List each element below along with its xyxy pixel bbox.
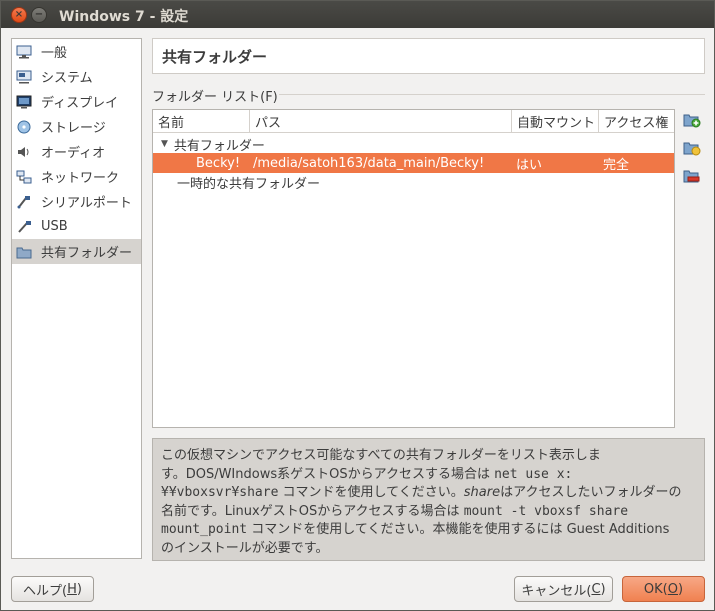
table-row[interactable]: Becky! /media/satoh163/data_main/Becky! … <box>153 153 674 173</box>
sidebar-item-label: システム <box>41 71 93 86</box>
general-icon <box>15 44 33 60</box>
row-automount: はい <box>516 157 543 173</box>
sidebar-item-label: ネットワーク <box>41 171 120 186</box>
info-code: mount_point <box>161 522 248 538</box>
help-button[interactable]: ヘルプ(H) <box>11 576 94 602</box>
sidebar-item-label: USB <box>41 219 68 234</box>
minimize-icon: − <box>34 9 44 20</box>
sidebar-item-system[interactable]: システム <box>12 64 141 89</box>
row-access: 完全 <box>603 157 630 173</box>
shared-folder-table[interactable]: 名前 パス 自動マウント アクセス権 ▼ 共有フォルダー Becky! /med… <box>152 109 675 428</box>
group-label: 共有フォルダー <box>173 138 265 154</box>
column-header-access[interactable]: アクセス権 <box>599 110 674 133</box>
shared-folder-icon <box>15 244 33 260</box>
settings-window: × − Windows 7 - 設定 一般 システム ディスプレイ ストレージ … <box>0 0 715 611</box>
sidebar-item-usb[interactable]: USB <box>12 214 141 239</box>
info-line: コマンドを使用してください。 <box>278 485 464 501</box>
group-label: 一時的な共有フォルダー <box>177 176 321 192</box>
close-button[interactable]: × <box>11 7 27 23</box>
info-line: はアクセスしたいフォルダーの <box>500 485 682 501</box>
remove-folder-button[interactable] <box>683 169 701 187</box>
sidebar-item-shared-folders[interactable]: 共有フォルダー <box>12 239 141 264</box>
info-line: のインストールが必要です。 <box>161 540 329 556</box>
expander-icon[interactable]: ▼ <box>161 139 168 149</box>
ok-button[interactable]: OK(O) <box>622 576 705 602</box>
settings-sidebar: 一般 システム ディスプレイ ストレージ オーディオ ネットワーク シリアルポー… <box>11 38 142 559</box>
info-description: この仮想マシンでアクセス可能なすべての共有フォルダーをリスト表示しま す。DOS… <box>152 438 705 561</box>
cancel-button-label: キャンセル( <box>521 583 592 599</box>
sidebar-item-general[interactable]: 一般 <box>12 39 141 64</box>
info-line: コマンドを使用してください。本機能を使用するには Guest Additions <box>247 522 670 538</box>
close-icon: × <box>14 9 24 20</box>
info-code: ¥¥vboxsvr¥share <box>161 485 279 501</box>
info-code: net use x: <box>494 466 573 482</box>
remove-folder-icon <box>683 168 701 188</box>
table-group-row[interactable]: ▼ 共有フォルダー <box>153 134 674 154</box>
sidebar-item-serial-port[interactable]: シリアルポート <box>12 189 141 214</box>
ok-button-label: OK( <box>643 581 668 597</box>
sidebar-item-label: 共有フォルダー <box>41 246 133 261</box>
info-emphasis: share <box>463 485 501 501</box>
info-line: 名前です。LinuxゲストOSからアクセスする場合は <box>161 503 464 519</box>
cancel-button-suffix: ) <box>600 581 606 597</box>
title-bar: × − Windows 7 - 設定 <box>1 1 714 28</box>
table-group-row[interactable]: 一時的な共有フォルダー <box>153 172 674 192</box>
sidebar-item-display[interactable]: ディスプレイ <box>12 89 141 114</box>
edit-folder-button[interactable] <box>683 141 701 159</box>
add-folder-button[interactable] <box>683 113 701 131</box>
help-button-suffix: ) <box>76 581 82 597</box>
column-header-name[interactable]: 名前 <box>153 110 250 133</box>
cancel-button-key: C <box>591 581 601 597</box>
storage-icon <box>15 119 33 135</box>
ok-button-key: O <box>667 581 678 597</box>
display-icon <box>15 94 33 110</box>
sidebar-item-label: ディスプレイ <box>41 96 119 111</box>
info-code: mount -t vboxsf share <box>463 503 629 519</box>
add-folder-icon <box>683 112 701 132</box>
sidebar-item-label: ストレージ <box>41 121 106 136</box>
edit-folder-icon <box>683 140 701 160</box>
help-button-key: H <box>67 581 77 597</box>
section-divider <box>279 94 705 95</box>
system-icon <box>15 69 33 85</box>
row-path: /media/satoh163/data_main/Becky! <box>253 155 485 171</box>
sidebar-item-storage[interactable]: ストレージ <box>12 114 141 139</box>
cancel-button[interactable]: キャンセル(C) <box>514 576 613 602</box>
audio-icon <box>15 144 33 160</box>
window-title: Windows 7 - 設定 <box>59 9 189 25</box>
sidebar-item-network[interactable]: ネットワーク <box>12 164 141 189</box>
sidebar-item-label: 一般 <box>41 46 68 61</box>
minimize-button[interactable]: − <box>31 7 47 23</box>
folder-list-label: フォルダー リスト(F) <box>152 90 278 105</box>
help-button-label: ヘルプ( <box>23 583 68 599</box>
page-header: 共有フォルダー <box>152 38 705 74</box>
ok-button-suffix: ) <box>678 581 684 597</box>
column-header-path[interactable]: パス <box>250 110 512 133</box>
info-line: この仮想マシンでアクセス可能なすべての共有フォルダーをリスト表示しま <box>161 448 601 463</box>
sidebar-item-audio[interactable]: オーディオ <box>12 139 141 164</box>
usb-icon <box>15 219 33 235</box>
page-title: 共有フォルダー <box>162 47 268 66</box>
row-name: Becky! <box>196 155 241 171</box>
table-header: 名前 パス 自動マウント アクセス権 <box>153 110 674 133</box>
sidebar-item-label: シリアルポート <box>41 196 132 211</box>
info-line: す。DOS/WIndows系ゲストOSからアクセスする場合は <box>161 466 495 482</box>
serial-port-icon <box>15 194 33 210</box>
sidebar-item-label: オーディオ <box>41 146 106 161</box>
network-icon <box>15 169 33 185</box>
column-header-automount[interactable]: 自動マウント <box>512 110 599 133</box>
